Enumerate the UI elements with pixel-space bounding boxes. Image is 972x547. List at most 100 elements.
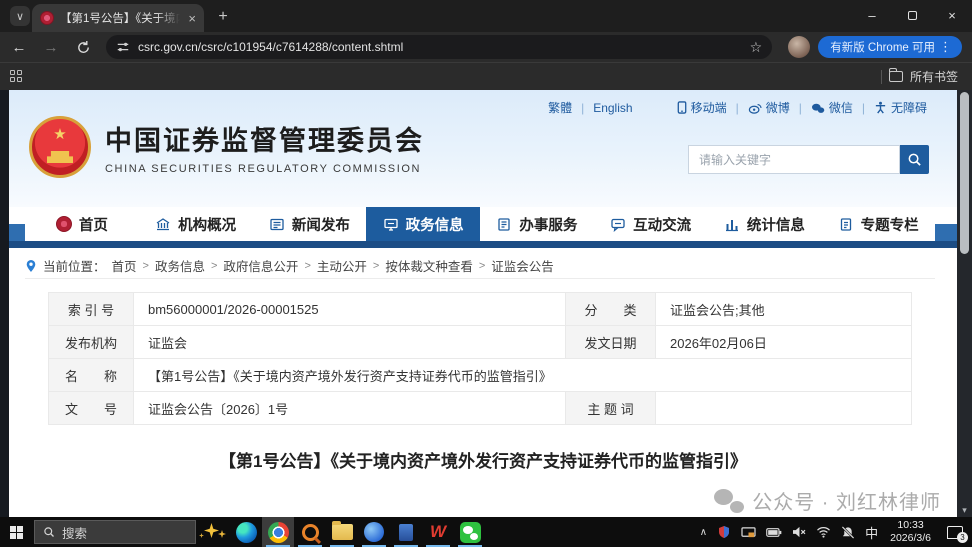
tray-antivirus-icon[interactable] — [712, 517, 736, 547]
page-content: 繁體 | English 移动端 | 微博 | — [9, 90, 957, 517]
notification-count-badge: 3 — [957, 532, 968, 543]
nav-item-home[interactable]: 首页 — [25, 207, 139, 241]
nav-item-services[interactable]: 办事服务 — [480, 207, 594, 241]
url-bar[interactable]: csrc.gov.cn/csrc/c101954/c7614288/conten… — [106, 35, 772, 59]
nav-item-special-topics[interactable]: 专题专栏 — [821, 207, 935, 241]
link-wechat[interactable]: 微信 — [811, 99, 853, 116]
location-pin-icon — [25, 259, 37, 273]
window-close-button[interactable]: × — [932, 0, 972, 30]
left-edge-strip — [0, 90, 9, 517]
chrome-update-label: 有新版 Chrome 可用 — [830, 39, 935, 55]
apps-grid-icon[interactable] — [10, 70, 24, 84]
tab-search-button[interactable]: ∨ — [10, 6, 30, 26]
blue-app-icon — [364, 522, 384, 542]
search-input[interactable] — [688, 145, 900, 174]
breadcrumb-gov-info[interactable]: 政务信息 — [155, 256, 205, 275]
accessibility-icon — [874, 101, 887, 114]
back-button[interactable]: ← — [6, 34, 32, 60]
tray-ime-indicator[interactable]: 中 — [860, 517, 883, 547]
window-minimize-button[interactable]: – — [852, 0, 892, 30]
page-scrollbar[interactable]: ▾ — [957, 90, 972, 517]
link-weibo[interactable]: 微博 — [748, 99, 790, 116]
nav-item-news[interactable]: 新闻发布 — [253, 207, 367, 241]
link-accessibility[interactable]: 无障碍 — [874, 99, 927, 116]
taskbar-app-wps[interactable]: W — [422, 517, 454, 547]
bookmark-star-icon[interactable]: ☆ — [750, 39, 763, 56]
copilot-sparkles-icon[interactable] — [196, 517, 230, 547]
nav-item-statistics[interactable]: 统计信息 — [708, 207, 822, 241]
link-traditional-chinese[interactable]: 繁體 — [548, 99, 572, 116]
start-button[interactable] — [0, 517, 32, 547]
all-bookmarks-label: 所有书签 — [910, 68, 958, 85]
nav-item-interaction[interactable]: 互动交流 — [594, 207, 708, 241]
taskbar-app-wechat[interactable] — [454, 517, 486, 547]
link-mobile[interactable]: 移动端 — [677, 99, 727, 116]
tray-wifi-icon[interactable] — [811, 517, 836, 547]
nav-item-government-info[interactable]: 政务信息 — [366, 207, 480, 241]
window-restore-button[interactable] — [892, 0, 932, 30]
tray-display-icon[interactable] — [736, 517, 761, 547]
site-info-icon[interactable] — [116, 40, 130, 54]
link-english[interactable]: English — [593, 101, 632, 115]
value-document-number: 证监会公告〔2026〕1号 — [134, 392, 566, 424]
url-text[interactable]: csrc.gov.cn/csrc/c101954/c7614288/conten… — [138, 40, 742, 54]
browser-menu-icon[interactable]: ⋮ — [935, 39, 956, 55]
forward-button[interactable]: → — [38, 34, 64, 60]
tray-clock[interactable]: 10:33 2026/3/6 — [883, 519, 938, 545]
watermark-text: 公众号 · 刘红林律师 — [752, 486, 941, 515]
taskbar-app-chrome[interactable] — [262, 517, 294, 547]
restore-icon — [908, 11, 917, 20]
divider: | — [581, 101, 584, 115]
screen: ∨ 【第1号公告】《关于境内资产 × + – × ← → csrc.gov.cn… — [0, 0, 972, 547]
csrc-favicon-icon — [40, 11, 54, 25]
folder-icon — [332, 524, 353, 540]
browser-tab[interactable]: 【第1号公告】《关于境内资产 × — [32, 4, 204, 32]
breadcrumb-active-disclosure[interactable]: 主动公开 — [317, 256, 367, 275]
edge-icon — [236, 522, 257, 543]
scrollbar-down-arrow-icon[interactable]: ▾ — [957, 505, 972, 516]
search-icon — [907, 152, 922, 167]
chrome-update-button[interactable]: 有新版 Chrome 可用 ⋮ — [818, 36, 962, 58]
taskbar-app-blue[interactable] — [358, 517, 390, 547]
tab-title: 【第1号公告】《关于境内资产 — [60, 10, 180, 26]
taskbar-app-file-explorer[interactable] — [326, 517, 358, 547]
nav-menu: 首页 机构概况 新闻发布 政务信息 — [25, 207, 935, 241]
value-keywords — [656, 392, 911, 424]
breadcrumb-by-type[interactable]: 按体裁文种查看 — [385, 256, 473, 275]
tab-close-icon[interactable]: × — [188, 11, 196, 26]
wechat-icon — [811, 102, 825, 114]
notification-center-button[interactable]: 3 — [938, 517, 972, 547]
weibo-icon — [748, 102, 762, 114]
profile-avatar[interactable] — [788, 36, 810, 58]
table-row: 索 引 号 bm56000001/2026-00001525 分 类 证监会公告… — [49, 293, 911, 326]
taskbar-search-box[interactable]: 搜索 — [34, 520, 196, 544]
value-issuing-agency: 证监会 — [134, 326, 566, 358]
main-navigation: 首页 机构概况 新闻发布 政务信息 — [9, 207, 957, 248]
label-category: 分 类 — [566, 293, 656, 325]
all-bookmarks-button[interactable]: 所有书签 — [881, 68, 958, 85]
taskbar-app-edge[interactable] — [230, 517, 262, 547]
breadcrumb-csrc-announcements[interactable]: 证监会公告 — [491, 256, 554, 275]
small-blue-app-icon — [399, 524, 413, 541]
breadcrumb-home[interactable]: 首页 — [112, 256, 137, 275]
search-button[interactable] — [900, 145, 929, 174]
site-name-cn: 中国证券监督管理委员会 — [105, 119, 424, 158]
taskbar-app-small-blue[interactable] — [390, 517, 422, 547]
divider: | — [736, 101, 739, 115]
tray-expand-button[interactable]: ∧ — [695, 517, 712, 547]
new-tab-button[interactable]: + — [212, 6, 234, 28]
tray-battery-icon[interactable] — [761, 517, 787, 547]
reload-button[interactable] — [70, 34, 96, 60]
breadcrumb-info-disclosure[interactable]: 政府信息公开 — [223, 256, 298, 275]
nav-item-about[interactable]: 机构概况 — [139, 207, 253, 241]
tray-notifications-muted-icon[interactable] — [836, 517, 860, 547]
divider: | — [862, 101, 865, 115]
scrollbar-thumb[interactable] — [960, 92, 969, 254]
reload-icon — [76, 40, 91, 55]
site-logo[interactable]: 中国证券监督管理委员会 CHINA SECURITIES REGULATORY … — [29, 116, 424, 178]
mobile-icon — [677, 101, 687, 114]
taskbar-app-search-tool[interactable] — [294, 517, 326, 547]
value-index-number: bm56000001/2026-00001525 — [134, 293, 566, 325]
label-document-number: 文 号 — [49, 392, 134, 424]
tray-volume-muted-icon[interactable] — [787, 517, 811, 547]
